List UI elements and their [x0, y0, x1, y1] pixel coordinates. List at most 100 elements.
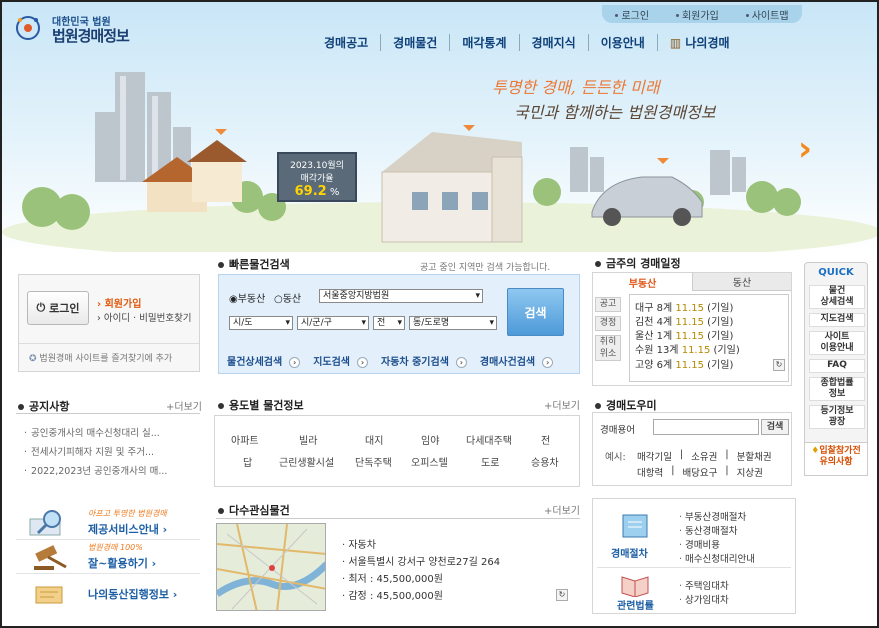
schedule-row[interactable]: 수원 13계 11.15 (기일)	[635, 341, 740, 356]
schedule-label-notice[interactable]: 공고	[595, 297, 621, 312]
all-select[interactable]: 전	[373, 316, 405, 330]
term-search-button[interactable]: 검색	[761, 419, 789, 435]
term-link[interactable]: 소유권	[691, 449, 717, 463]
nav-sale-statistics[interactable]: 매각통계	[449, 33, 518, 51]
usage-multi-household[interactable]: 다세대주택	[466, 432, 512, 447]
sido-select[interactable]: 시/도	[229, 316, 293, 330]
link-realty-procedure[interactable]: 부동산경매절차	[679, 509, 746, 523]
link-case-search[interactable]: 경매사건검색 ›	[476, 353, 554, 368]
quick-item-faq[interactable]: FAQ	[809, 359, 865, 373]
nav-my-auction[interactable]: ▥ 나의경매	[656, 33, 742, 51]
usage-detached-house[interactable]: 단독주택	[355, 454, 392, 469]
schedule-label-change[interactable]: 경정	[595, 316, 621, 331]
link-map-search[interactable]: 지도검색 ›	[309, 353, 369, 368]
nav-auction-items[interactable]: 경매물건	[380, 33, 449, 51]
schedule-label-cancel[interactable]: 취히위소	[595, 335, 621, 361]
banner-sub: 법원경매 100%	[88, 543, 143, 552]
multi-item-appraisal: · 감정 : 45,500,000원	[342, 591, 443, 602]
sigungu-select[interactable]: 시/군/구	[297, 316, 369, 330]
link-movable-procedure[interactable]: 동산경매절차	[679, 523, 737, 537]
nav-usage-guide[interactable]: 이용안내	[587, 33, 657, 51]
document-icon	[35, 586, 63, 604]
banner-my-movable[interactable]: 나의동산집행정보 ›	[16, 576, 200, 610]
quick-item-law-info[interactable]: 종합법률 정보	[809, 377, 865, 401]
tab-realty[interactable]: 부동산	[593, 273, 693, 291]
link-commercial-lease[interactable]: 상가임대차	[679, 592, 729, 606]
sale-rate-label: 매각가율	[300, 174, 334, 184]
term-input[interactable]	[653, 419, 759, 435]
term-link[interactable]: 분할채권	[737, 449, 772, 463]
procedure-label[interactable]: 경매절차	[611, 545, 648, 560]
usage-forest[interactable]: 임야	[421, 432, 439, 447]
usage-officetel[interactable]: 오피스텔	[411, 454, 448, 469]
term-link[interactable]: 지상권	[737, 465, 763, 479]
radio-movable[interactable]: ○동산	[274, 290, 301, 305]
link-auction-cost[interactable]: 경매비용	[679, 537, 720, 551]
arrow-right-icon: ›	[357, 356, 369, 368]
top-menu-join[interactable]: 회원가입	[675, 7, 719, 22]
schedule-row[interactable]: 고양 6계 11.15 (기일)	[635, 356, 733, 371]
quick-item-registry[interactable]: 등기정보 광장	[809, 405, 865, 429]
magnifier-icon	[29, 510, 61, 536]
tab-movable[interactable]: 동산	[693, 273, 791, 291]
multi-item-address[interactable]: · 서울특별시 강서구 양천로27길 264	[342, 553, 500, 568]
schedule-row[interactable]: 김천 4계 11.15 (기일)	[635, 313, 733, 328]
usage-paddy[interactable]: 답	[243, 454, 252, 469]
link-detail-search[interactable]: 물건상세검색 ›	[223, 353, 301, 368]
banner-next-arrow-icon[interactable]: ›	[798, 129, 812, 169]
usage-villa[interactable]: 빌라	[299, 432, 317, 447]
notice-item[interactable]: 전세사기피해자 지원 및 주거...	[24, 444, 154, 458]
top-menu-sitemap[interactable]: 사이트맵	[745, 7, 789, 22]
banner-how-to-use[interactable]: 법원경매 100% 잘~활용하기 ›	[16, 540, 200, 574]
link-vehicle-search[interactable]: 자동차 중기검색 ›	[377, 353, 467, 368]
usage-car[interactable]: 승용차	[531, 454, 559, 469]
arrow-right-icon: ›	[455, 356, 467, 368]
court-select[interactable]: 서울중앙지방법원	[319, 289, 483, 303]
schedule-row[interactable]: 울산 1계 11.15 (기일)	[635, 327, 733, 342]
usage-title: 용도별 물건정보	[218, 397, 304, 413]
radio-realty[interactable]: ◉부동산	[229, 290, 265, 305]
quick-item-site-guide[interactable]: 사이트 이용안내	[809, 331, 865, 355]
usage-neighborhood[interactable]: 근린생활시설	[279, 454, 334, 469]
refresh-icon[interactable]: ↻	[773, 359, 785, 371]
term-link[interactable]: 매각기일	[637, 449, 672, 463]
quick-item-map-search[interactable]: 지도검색	[809, 313, 865, 327]
road-select[interactable]: 동/도로명	[409, 316, 497, 330]
link-bid-agent-guide[interactable]: 매수신청대리안내	[679, 551, 755, 565]
usage-apartment[interactable]: 아파트	[231, 432, 259, 447]
find-id-password-link[interactable]: › 아이디 · 비밀번호찾기	[97, 310, 192, 324]
top-menu-login[interactable]: 로그인	[615, 7, 649, 22]
arrow-right-icon: ›	[289, 356, 301, 368]
banner-service-guide[interactable]: 아프고 투명한 법원경매 제공서비스안내 ›	[16, 506, 200, 540]
banner-title: 잘~활용하기 ›	[88, 557, 157, 570]
quick-search-title: 빠른물건검색	[218, 256, 290, 272]
term-link[interactable]: 배당요구	[682, 465, 717, 479]
nav-auction-knowledge[interactable]: 경매지식	[518, 33, 588, 51]
multi-item-type[interactable]: · 자동차	[342, 536, 376, 551]
law-label[interactable]: 관련법률	[617, 597, 654, 612]
banner-title: 나의동산집행정보 ›	[88, 588, 178, 601]
usage-field[interactable]: 전	[541, 432, 550, 447]
notice-more-link[interactable]: +더보기	[166, 398, 202, 413]
usage-land[interactable]: 대지	[365, 432, 383, 447]
link-housing-lease[interactable]: 주택임대차	[679, 578, 729, 592]
usage-road[interactable]: 도로	[481, 454, 499, 469]
usage-more-link[interactable]: +더보기	[544, 397, 580, 412]
item-map-thumbnail[interactable]	[216, 523, 326, 611]
join-link[interactable]: › 회원가입	[97, 295, 141, 310]
add-favorite-link[interactable]: ✪ 법원경매 사이트를 즐겨찾기에 추가	[29, 351, 172, 364]
schedule-row[interactable]: 대구 8계 11.15 (기일)	[635, 299, 733, 314]
help-title: 경매도우미	[595, 397, 657, 413]
nav-auction-notice[interactable]: 경매공고	[312, 34, 380, 51]
notice-item[interactable]: 공인중개사의 매수신청대리 실...	[24, 425, 160, 439]
quick-search-button[interactable]: 검색	[507, 288, 564, 336]
bidding-caution-link[interactable]: ♦입찰참가전 유의사항	[804, 442, 868, 476]
notice-item[interactable]: 2022,2023년 공인중개사의 매...	[24, 463, 167, 477]
login-button[interactable]: ⏻ 로그인	[27, 291, 89, 325]
multi-more-link[interactable]: +더보기	[544, 502, 580, 517]
site-logo[interactable]: 대한민국 법원 법원경매정보	[12, 12, 162, 48]
quick-item-detail-search[interactable]: 물건 상세검색	[809, 285, 865, 309]
term-link[interactable]: 대항력	[637, 465, 663, 479]
refresh-icon[interactable]: ↻	[556, 589, 568, 601]
term-label: 경매용어	[600, 425, 635, 436]
